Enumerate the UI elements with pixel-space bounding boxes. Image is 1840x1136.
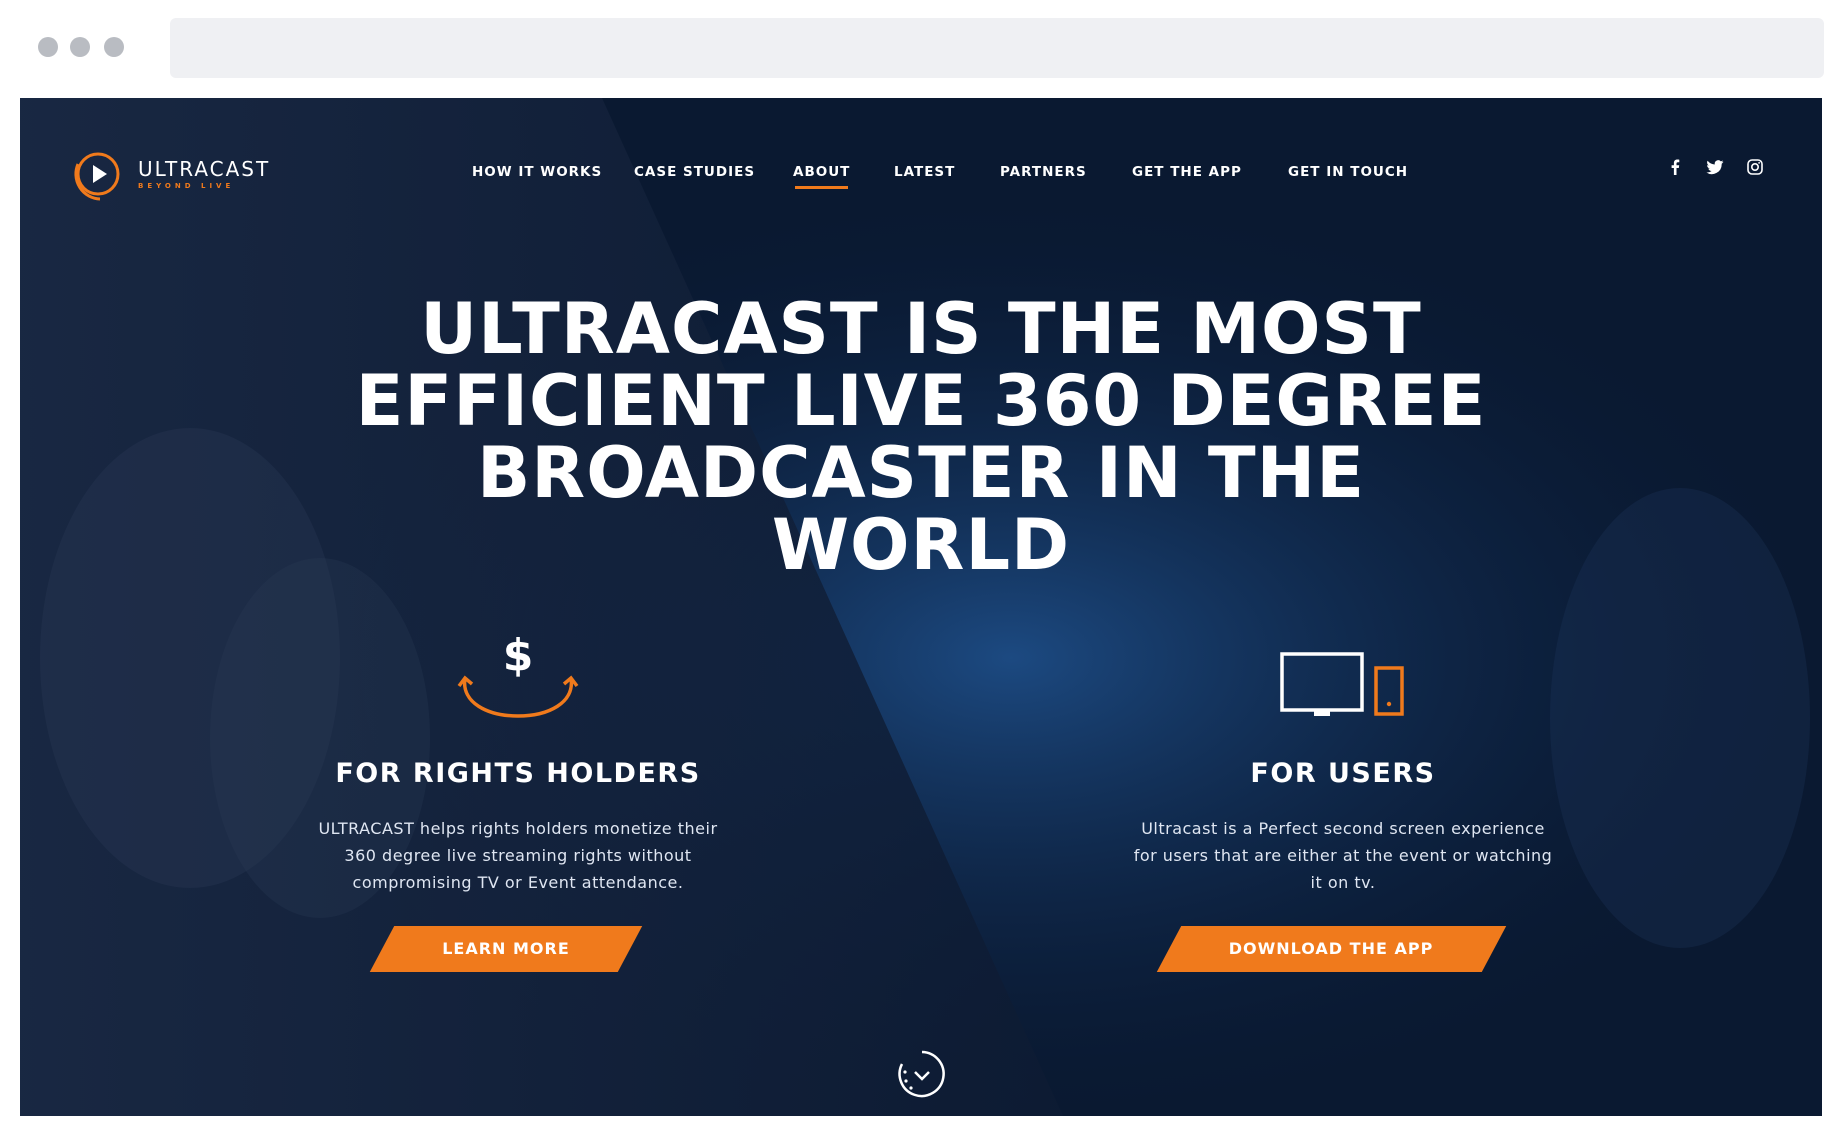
window-close-dot[interactable] xyxy=(38,37,58,57)
window-minimize-dot[interactable] xyxy=(70,37,90,57)
nav-latest[interactable]: LATEST xyxy=(894,164,955,180)
window-maximize-dot[interactable] xyxy=(104,37,124,57)
browser-chrome xyxy=(0,0,1840,98)
logo-play-icon xyxy=(74,152,120,201)
address-bar[interactable] xyxy=(170,18,1824,78)
svg-text:$: $ xyxy=(503,630,534,681)
learn-more-button[interactable]: LEARN MORE xyxy=(382,926,630,972)
site-logo[interactable]: ULTRACAST BEYOND LIVE xyxy=(70,146,270,202)
facebook-icon[interactable] xyxy=(1664,156,1686,178)
scroll-down-icon[interactable] xyxy=(896,1048,948,1100)
twitter-icon[interactable] xyxy=(1704,156,1726,178)
dollar-cycle-icon: $ xyxy=(258,618,778,728)
users-text: Ultracast is a Perfect second screen exp… xyxy=(1133,819,1553,892)
learn-more-label: LEARN MORE xyxy=(442,939,570,958)
nav-how-it-works[interactable]: HOW IT WORKS xyxy=(472,164,602,180)
feature-users: FOR USERS Ultracast is a Perfect second … xyxy=(1083,618,1603,972)
nav-case-studies[interactable]: CASE STUDIES xyxy=(634,164,755,180)
nav-about[interactable]: ABOUT xyxy=(793,164,850,189)
nav-get-in-touch[interactable]: GET IN TOUCH xyxy=(1288,164,1408,180)
logo-name: ULTRACAST xyxy=(138,157,271,181)
download-app-label: DOWNLOAD THE APP xyxy=(1228,939,1434,958)
nav-partners[interactable]: PARTNERS xyxy=(1000,164,1087,180)
nav-get-the-app[interactable]: GET THE APP xyxy=(1132,164,1242,180)
rights-holders-text: ULTRACAST helps rights holders monetize … xyxy=(318,819,718,892)
rights-holders-heading: FOR RIGHTS HOLDERS xyxy=(335,758,701,789)
logo-tagline: BEYOND LIVE xyxy=(138,182,235,190)
devices-icon xyxy=(1083,618,1603,728)
users-heading: FOR USERS xyxy=(1250,758,1436,789)
instagram-icon[interactable] xyxy=(1744,156,1766,178)
feature-rights-holders: $ FOR RIGHTS HOLDERS ULTRACAST helps rig… xyxy=(258,618,778,972)
website-viewport: ULTRACAST BEYOND LIVE HOW IT WORKS CASE … xyxy=(20,98,1822,1116)
download-app-button[interactable]: DOWNLOAD THE APP xyxy=(1169,926,1494,972)
social-links xyxy=(1664,156,1766,178)
hero-title: ULTRACAST IS THE MOST EFFICIENT LIVE 360… xyxy=(355,288,1487,586)
